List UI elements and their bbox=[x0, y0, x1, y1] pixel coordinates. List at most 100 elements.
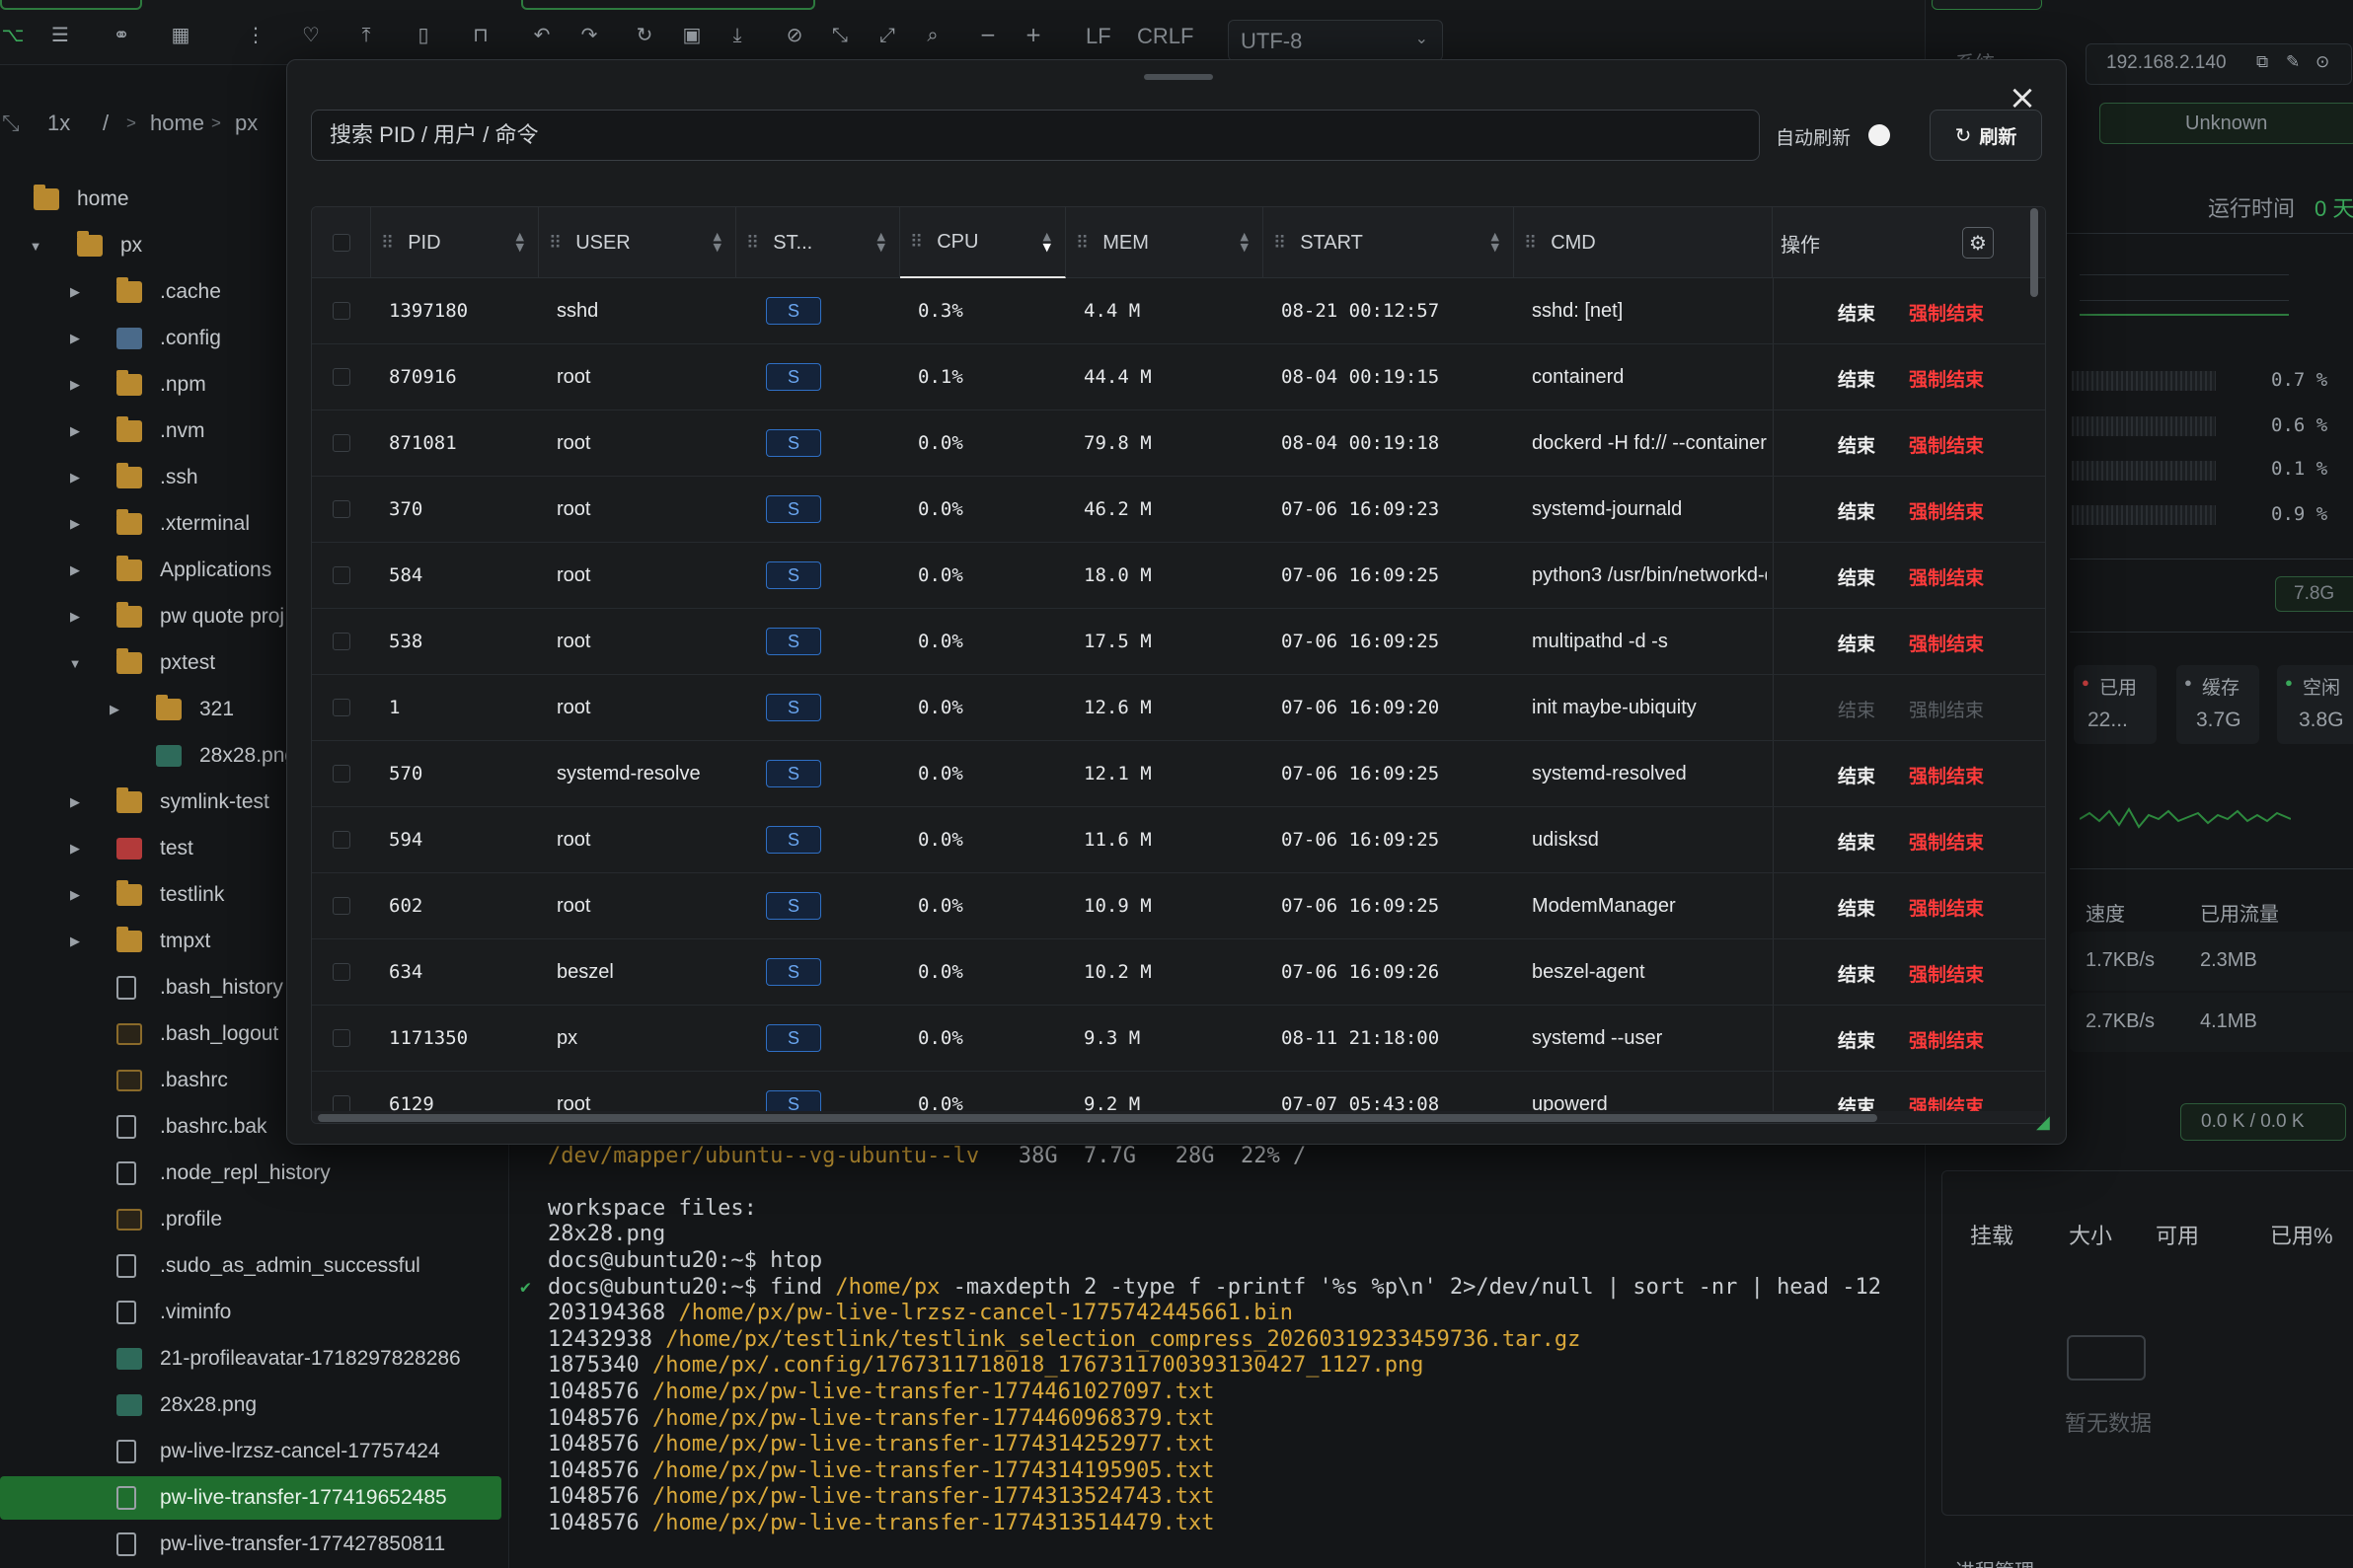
kill-process-button[interactable]: 强制结束 bbox=[1909, 630, 1984, 656]
tree-item[interactable]: pw-live-transfer-177427850811 bbox=[0, 1523, 501, 1566]
table-row[interactable]: 570 systemd-resolve 0.0% 12.1 M 07-06 16:09:… bbox=[312, 741, 2045, 807]
kill-process-button[interactable]: 强制结束 bbox=[1909, 1026, 1984, 1053]
kill-process-button[interactable]: 强制结束 bbox=[1909, 431, 1984, 458]
sort-icon[interactable]: ▲ ▼ bbox=[1043, 231, 1051, 253]
table-row[interactable]: 370 root 0.0% 46.2 M 07-06 16:09:23 systemd-j… bbox=[312, 477, 2045, 543]
end-process-button[interactable]: 结束 bbox=[1838, 696, 1875, 722]
caret-right-icon[interactable]: ▶ bbox=[67, 284, 83, 300]
active-tab-indicator[interactable] bbox=[1932, 0, 2042, 10]
caret-right-icon[interactable]: ▶ bbox=[67, 887, 83, 903]
auto-refresh-toggle[interactable] bbox=[1868, 124, 1890, 146]
kill-process-button[interactable]: 强制结束 bbox=[1909, 299, 1984, 326]
drag-handle[interactable] bbox=[1144, 74, 1213, 80]
settings-icon[interactable]: ⊙ bbox=[2315, 52, 2329, 72]
end-process-button[interactable]: 结束 bbox=[1838, 299, 1875, 326]
end-process-button[interactable]: 结束 bbox=[1838, 365, 1875, 392]
tree-icon[interactable]: ⌥ bbox=[0, 22, 26, 47]
line-ending-crlf[interactable]: CRLF bbox=[1137, 24, 1193, 49]
row-checkbox[interactable] bbox=[333, 765, 350, 783]
process-manager-label[interactable]: 进程管理 bbox=[1955, 1555, 2034, 1568]
line-ending-lf[interactable]: LF bbox=[1086, 24, 1111, 49]
copy-icon[interactable]: ⧉ bbox=[2256, 52, 2268, 72]
edit-icon[interactable]: ✎ bbox=[2286, 52, 2300, 72]
sort-icon[interactable]: ▲ ▼ bbox=[877, 231, 885, 253]
end-process-button[interactable]: 结束 bbox=[1838, 431, 1875, 458]
row-checkbox[interactable] bbox=[333, 566, 350, 584]
tree-item[interactable]: 21-profileavatar-1718297828286 bbox=[0, 1337, 501, 1381]
column-header-start[interactable]: ⠿ START ▲ ▼ bbox=[1263, 207, 1514, 278]
expand-icon[interactable]: ⤢ bbox=[874, 22, 900, 47]
kill-process-button[interactable]: 强制结束 bbox=[1909, 365, 1984, 392]
kill-process-button[interactable]: 强制结束 bbox=[1909, 960, 1984, 987]
row-checkbox[interactable] bbox=[333, 897, 350, 915]
table-row[interactable]: 871081 root 0.0% 79.8 M 08-04 00:19:18 docker… bbox=[312, 411, 2045, 477]
breadcrumb-px[interactable]: px bbox=[235, 111, 258, 136]
save-icon[interactable]: ▣ bbox=[679, 22, 705, 47]
end-process-button[interactable]: 结束 bbox=[1838, 960, 1875, 987]
sort-icon[interactable]: ▲ ▼ bbox=[516, 231, 524, 253]
collapse-icon[interactable]: ⤡ bbox=[827, 22, 853, 47]
column-header-cmd[interactable]: ⠿ CMD bbox=[1514, 207, 1773, 278]
kill-process-button[interactable]: 强制结束 bbox=[1909, 894, 1984, 921]
breadcrumb-home[interactable]: home bbox=[150, 111, 204, 136]
column-settings-icon[interactable]: ⚙ bbox=[1962, 227, 1994, 259]
table-row[interactable]: 602 root 0.0% 10.9 M 07-06 16:09:25 ModemMana… bbox=[312, 873, 2045, 939]
vertical-scrollbar-thumb[interactable] bbox=[2030, 208, 2038, 297]
table-row[interactable]: 634 beszel 0.0% 10.2 M 07-06 16:09:26 beszel-… bbox=[312, 939, 2045, 1006]
table-row[interactable]: 584 root 0.0% 18.0 M 07-06 16:09:25 python3 /… bbox=[312, 543, 2045, 609]
caret-right-icon[interactable]: ▶ bbox=[67, 609, 83, 625]
row-checkbox[interactable] bbox=[333, 302, 350, 320]
kill-process-button[interactable]: 强制结束 bbox=[1909, 762, 1984, 788]
caret-right-icon[interactable]: ▶ bbox=[67, 331, 83, 346]
row-checkbox[interactable] bbox=[333, 1029, 350, 1047]
breadcrumb-root[interactable]: / bbox=[103, 111, 109, 136]
zoom-level[interactable]: 1x bbox=[47, 111, 70, 136]
row-checkbox[interactable] bbox=[333, 699, 350, 716]
resize-handle-icon[interactable]: ◢ bbox=[2036, 1112, 2056, 1133]
more-icon[interactable]: ⋮ bbox=[243, 22, 268, 47]
row-checkbox[interactable] bbox=[333, 963, 350, 981]
encoding-select[interactable]: UTF-8 ⌄ bbox=[1228, 20, 1443, 61]
zoom-in-icon[interactable]: + bbox=[1021, 22, 1046, 47]
tree-item[interactable]: .sudo_as_admin_successful bbox=[0, 1244, 501, 1288]
row-checkbox[interactable] bbox=[333, 633, 350, 650]
column-header-pid[interactable]: ⠿ PID ▲ ▼ bbox=[371, 207, 539, 278]
bookmark-icon[interactable]: ▯ bbox=[411, 22, 436, 47]
active-tab-indicator[interactable] bbox=[0, 0, 142, 10]
caret-right-icon[interactable]: ▶ bbox=[67, 841, 83, 857]
redo-icon[interactable]: ↷ bbox=[576, 22, 602, 47]
tree-item[interactable]: 28x28.png bbox=[0, 1383, 501, 1427]
search-icon[interactable]: ⌕ bbox=[920, 22, 946, 47]
row-checkbox[interactable] bbox=[333, 368, 350, 386]
caret-right-icon[interactable]: ▶ bbox=[67, 516, 83, 532]
drag-grip-icon[interactable]: ⠿ bbox=[746, 233, 759, 254]
drag-grip-icon[interactable]: ⠿ bbox=[381, 233, 394, 254]
sort-icon[interactable]: ▲ ▼ bbox=[1491, 231, 1499, 253]
caret-down-icon[interactable]: ▼ bbox=[28, 239, 43, 254]
drag-grip-icon[interactable]: ⠿ bbox=[1524, 233, 1537, 254]
row-checkbox[interactable] bbox=[333, 500, 350, 518]
refresh-button[interactable]: ↻ 刷新 bbox=[1930, 110, 2042, 161]
search-input[interactable] bbox=[311, 110, 1760, 161]
collapse-icon[interactable]: ⤡ bbox=[2, 111, 20, 136]
end-process-button[interactable]: 结束 bbox=[1838, 828, 1875, 855]
upload-icon[interactable]: ⤒ bbox=[353, 22, 379, 47]
table-row[interactable]: 594 root 0.0% 11.6 M 07-06 16:09:25 udisksd S 结… bbox=[312, 807, 2045, 873]
caret-down-icon[interactable]: ▼ bbox=[67, 656, 83, 671]
sort-icon[interactable]: ▲ ▼ bbox=[714, 231, 721, 253]
caret-right-icon[interactable]: ▶ bbox=[67, 933, 83, 949]
heart-icon[interactable]: ♡ bbox=[298, 22, 324, 47]
table-row[interactable]: 1 root 0.0% 12.6 M 07-06 16:09:20 init maybe-… bbox=[312, 675, 2045, 741]
kill-process-button[interactable]: 强制结束 bbox=[1909, 828, 1984, 855]
zoom-out-icon[interactable]: − bbox=[975, 22, 1001, 47]
undo-icon[interactable]: ↶ bbox=[529, 22, 555, 47]
caret-right-icon[interactable]: ▶ bbox=[67, 377, 83, 393]
select-all-checkbox[interactable] bbox=[333, 234, 350, 252]
active-tab-indicator[interactable] bbox=[521, 0, 815, 10]
drag-grip-icon[interactable]: ⠿ bbox=[1076, 233, 1089, 254]
drag-grip-icon[interactable]: ⠿ bbox=[549, 233, 562, 254]
table-row[interactable]: 538 root 0.0% 17.5 M 07-06 16:09:25 multipath… bbox=[312, 609, 2045, 675]
end-process-button[interactable]: 结束 bbox=[1838, 630, 1875, 656]
kill-process-button[interactable]: 强制结束 bbox=[1909, 563, 1984, 590]
sort-icon[interactable]: ▲ ▼ bbox=[1241, 231, 1249, 253]
